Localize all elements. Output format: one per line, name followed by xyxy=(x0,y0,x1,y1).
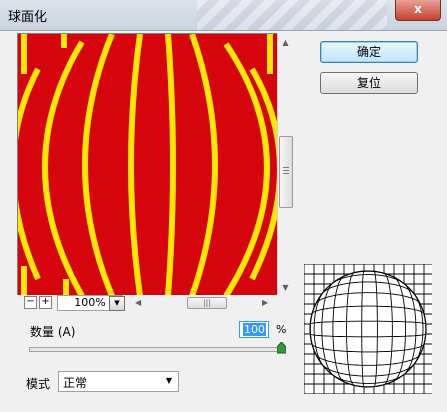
ok-button[interactable]: 确定 xyxy=(320,41,418,63)
close-icon: x xyxy=(414,2,422,16)
amount-label: 数量 (A) xyxy=(30,325,76,339)
close-button[interactable]: x xyxy=(395,0,441,21)
chevron-down-icon: ▼ xyxy=(165,376,172,385)
vertical-scroll-thumb[interactable] xyxy=(279,136,293,208)
amount-slider-track[interactable] xyxy=(29,347,283,352)
amount-slider-thumb[interactable] xyxy=(276,342,286,354)
scroll-left-icon[interactable]: ◀ xyxy=(135,295,145,310)
mode-label: 模式 xyxy=(26,377,51,391)
chevron-down-icon[interactable]: ▼ xyxy=(109,296,125,311)
zoom-in-icon[interactable]: + xyxy=(39,296,52,309)
scroll-down-icon[interactable]: ▼ xyxy=(278,280,293,295)
mode-selected-value: 正常 xyxy=(63,376,88,390)
grid-lines xyxy=(303,263,432,395)
sphere-outline xyxy=(309,270,427,388)
spherize-grid-preview xyxy=(303,263,432,395)
amount-value: 100 xyxy=(243,323,266,336)
reset-button[interactable]: 复位 xyxy=(320,72,418,94)
scroll-up-icon[interactable]: ▲ xyxy=(278,35,293,50)
zoom-out-icon[interactable]: − xyxy=(24,296,37,309)
mode-select[interactable]: 正常 ▼ xyxy=(58,371,179,392)
zoom-bar: − + 100% ▼ ◀ ||| ▶ xyxy=(17,295,292,311)
preview-horizontal-scrollbar[interactable]: ◀ ||| ▶ xyxy=(135,295,270,310)
title-bar-pattern xyxy=(197,0,387,30)
scroll-right-icon[interactable]: ▶ xyxy=(262,295,272,310)
window-title: 球面化 xyxy=(8,10,48,25)
title-bar: 球面化 x xyxy=(0,0,447,31)
preview-vertical-scrollbar[interactable]: ▲ ▼ xyxy=(277,33,293,295)
amount-unit: % xyxy=(276,323,287,336)
spherize-preview-image xyxy=(18,34,278,296)
amount-input[interactable]: 100 xyxy=(239,321,269,338)
preview-canvas[interactable] xyxy=(17,33,279,297)
horizontal-scroll-thumb[interactable]: ||| xyxy=(187,297,227,309)
